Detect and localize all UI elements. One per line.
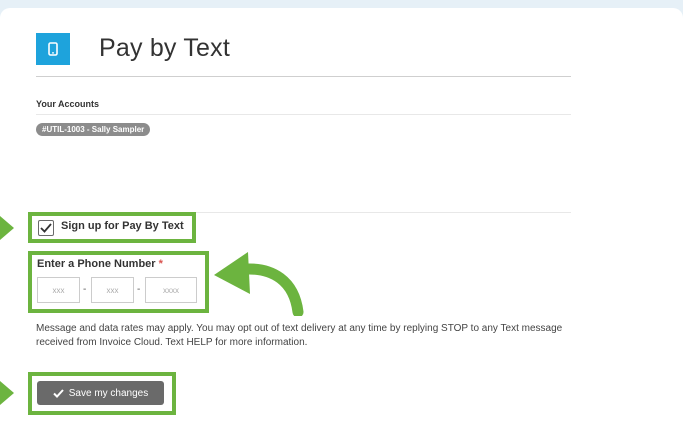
phone-separator: - [83,284,87,295]
checkmark-icon [40,223,52,233]
phone-separator: - [137,284,141,295]
phone-area-code-input[interactable]: xxx [37,277,80,303]
save-button-label: Save my changes [68,387,149,399]
disclaimer-text: Message and data rates may apply. You ma… [36,323,563,348]
annotation-arrow-save [0,381,14,405]
annotation-arrow-signup [0,216,14,240]
accounts-divider [36,114,571,115]
save-button[interactable]: Save my changes [37,381,164,405]
signup-label[interactable]: Sign up for Pay By Text [61,220,184,232]
signup-checkbox[interactable] [38,220,54,236]
phone-label: Enter a Phone Number * [37,258,163,270]
accounts-label: Your Accounts [36,99,100,109]
phone-label-text: Enter a Phone Number [37,258,156,270]
phone-line-number-input[interactable]: xxxx [145,277,197,303]
required-mark: * [158,258,163,270]
account-badge[interactable]: #UTIL-1003 - Sally Sampler [36,123,151,136]
checkmark-icon [53,388,64,398]
title-divider [36,76,571,77]
phone-prefix-input[interactable]: xxx [91,277,134,303]
curved-arrow-icon [214,252,304,316]
mobile-phone-icon [36,33,70,65]
page-title: Pay by Text [99,34,230,62]
